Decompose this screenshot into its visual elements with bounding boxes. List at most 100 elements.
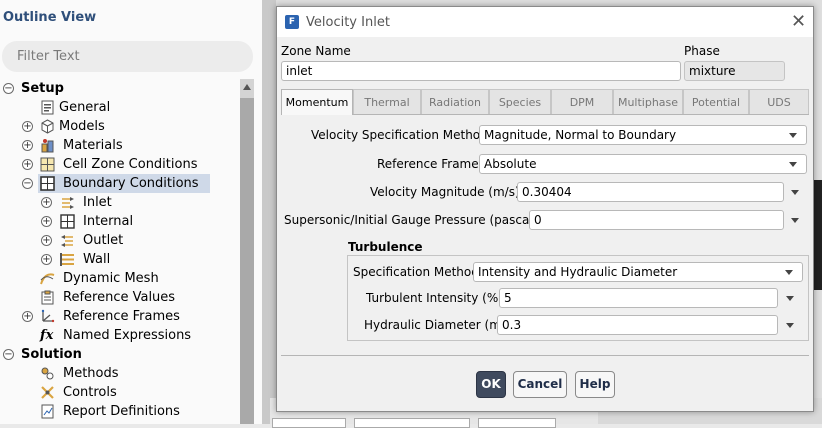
tree-label: Reference Frames xyxy=(63,309,180,324)
tree-item-setup[interactable]: − Setup xyxy=(0,79,240,98)
tree-label: Controls xyxy=(63,385,117,400)
close-icon[interactable]: ✕ xyxy=(791,11,806,32)
outline-scrollbar-thumb[interactable] xyxy=(240,98,254,424)
expand-icon[interactable]: + xyxy=(41,254,52,265)
tree-item-inlet[interactable]: + Inlet xyxy=(0,193,240,212)
cancel-button[interactable]: Cancel xyxy=(513,371,567,398)
expand-icon[interactable]: + xyxy=(22,121,33,132)
tab-radiation[interactable]: Radiation xyxy=(421,89,489,114)
gauge-pressure-field[interactable]: 0 xyxy=(529,210,784,230)
help-button[interactable]: Help xyxy=(575,371,615,398)
tab-multiphase[interactable]: Multiphase xyxy=(613,89,683,114)
expand-icon[interactable]: + xyxy=(22,159,33,170)
expand-icon[interactable]: + xyxy=(41,235,52,246)
tree-label: Wall xyxy=(83,252,111,267)
tab-bar: Momentum Thermal Radiation Species DPM M… xyxy=(281,89,809,115)
tree-label: Methods xyxy=(63,366,119,381)
tree-item-outlet[interactable]: + Outlet xyxy=(0,231,240,250)
chevron-down-icon[interactable] xyxy=(789,162,797,167)
tree-item-solution[interactable]: − Solution xyxy=(0,345,240,364)
named-expressions-icon: fx xyxy=(40,328,54,343)
velocity-magnitude-label: Velocity Magnitude (m/s) xyxy=(370,185,520,199)
chevron-down-icon[interactable] xyxy=(791,218,799,223)
tree-label: Dynamic Mesh xyxy=(63,271,159,286)
fluent-app-icon: F xyxy=(285,15,299,29)
spec-method-select[interactable]: Intensity and Hydraulic Diameter xyxy=(473,262,803,282)
tree-item-report-definitions[interactable]: Report Definitions xyxy=(0,402,240,421)
inlet-icon xyxy=(62,197,74,209)
velocity-spec-label: Velocity Specification Method xyxy=(311,128,488,142)
tree-label: Solution xyxy=(21,347,82,362)
internal-icon xyxy=(60,214,75,229)
collapse-icon[interactable]: − xyxy=(3,349,14,360)
tree-item-methods[interactable]: Methods xyxy=(0,364,240,383)
tree-label: Inlet xyxy=(83,195,112,210)
scroll-up-arrow-icon[interactable] xyxy=(243,84,251,90)
tab-potential[interactable]: Potential xyxy=(683,89,749,114)
collapse-icon[interactable]: − xyxy=(22,178,33,189)
tree-label: Report Definitions xyxy=(63,404,180,419)
tree-item-reference-frames[interactable]: + Reference Frames xyxy=(0,307,240,326)
tab-uds[interactable]: UDS xyxy=(749,89,809,114)
dialog-title: Velocity Inlet xyxy=(306,15,390,30)
tree-item-internal[interactable]: + Internal xyxy=(0,212,240,231)
tree-item-reference-values[interactable]: Reference Values xyxy=(0,288,240,307)
tree-item-general[interactable]: General xyxy=(0,98,240,117)
tree-label: Outlet xyxy=(83,233,124,248)
tree-item-boundary-conditions[interactable]: Boundary Conditions xyxy=(38,174,210,193)
tree-item-controls[interactable]: Controls xyxy=(0,383,240,402)
spec-method-label: Specification Method xyxy=(353,265,479,279)
tree-item-cell-zone-conditions[interactable]: + Cell Zone Conditions xyxy=(0,155,240,174)
controls-icon xyxy=(41,386,54,399)
tree-label: Named Expressions xyxy=(63,328,192,343)
tab-thermal[interactable]: Thermal xyxy=(353,89,421,114)
tree-item-named-expressions[interactable]: fx Named Expressions xyxy=(0,326,240,345)
tab-dpm[interactable]: DPM xyxy=(551,89,613,114)
tree-label: Internal xyxy=(83,214,134,229)
tree-item-materials[interactable]: + Materials xyxy=(0,136,240,155)
background-field xyxy=(354,418,470,428)
chevron-down-icon[interactable] xyxy=(789,133,797,138)
expand-icon[interactable]: + xyxy=(41,216,52,227)
phase-field: mixture xyxy=(684,61,785,81)
filter-input[interactable]: Filter Text xyxy=(2,41,253,72)
chevron-down-icon[interactable] xyxy=(786,296,794,301)
materials-icon xyxy=(41,139,54,153)
tree-label: Boundary Conditions xyxy=(63,176,199,191)
hydraulic-diameter-field[interactable]: 0.3 xyxy=(497,315,778,335)
expand-icon[interactable]: + xyxy=(22,311,33,322)
velocity-magnitude-field[interactable]: 0.30404 xyxy=(517,182,784,202)
tab-species[interactable]: Species xyxy=(489,89,551,114)
background-strip xyxy=(262,0,276,424)
collapse-icon[interactable]: − xyxy=(3,83,14,94)
expand-icon[interactable]: + xyxy=(22,140,33,151)
reference-frame-select[interactable]: Absolute xyxy=(479,154,807,174)
ok-button[interactable]: OK xyxy=(476,371,506,398)
tree-item-dynamic-mesh[interactable]: Dynamic Mesh xyxy=(0,269,240,288)
zone-name-label: Zone Name xyxy=(281,44,351,58)
reference-frame-label: Reference Frame xyxy=(377,157,479,171)
reference-frames-icon xyxy=(41,309,55,323)
turbulent-intensity-field[interactable]: 5 xyxy=(499,288,778,308)
tree-item-models[interactable]: + Models xyxy=(0,117,240,136)
velocity-spec-select[interactable]: Magnitude, Normal to Boundary xyxy=(479,125,807,145)
turbulence-title: Turbulence xyxy=(348,240,423,254)
chevron-down-icon[interactable] xyxy=(785,270,793,275)
tree-label: Cell Zone Conditions xyxy=(63,157,198,172)
tree-label: Materials xyxy=(63,138,123,153)
tree-label: Models xyxy=(59,119,105,134)
tab-momentum[interactable]: Momentum xyxy=(281,89,353,115)
methods-icon xyxy=(41,367,54,380)
expand-icon[interactable]: + xyxy=(41,197,52,208)
models-icon xyxy=(41,119,54,134)
outline-view: Outline View Filter Text − Setup General… xyxy=(0,0,262,424)
dialog-titlebar[interactable]: F Velocity Inlet ✕ xyxy=(277,7,813,37)
general-icon xyxy=(41,100,54,115)
outlet-icon xyxy=(61,235,73,247)
tree-item-wall[interactable]: + Wall xyxy=(0,250,240,269)
chevron-down-icon[interactable] xyxy=(786,323,794,328)
reference-values-icon xyxy=(41,290,54,305)
zone-name-field[interactable]: inlet xyxy=(281,61,681,81)
velocity-inlet-dialog: F Velocity Inlet ✕ Zone Name inlet Phase… xyxy=(276,6,814,412)
chevron-down-icon[interactable] xyxy=(791,190,799,195)
